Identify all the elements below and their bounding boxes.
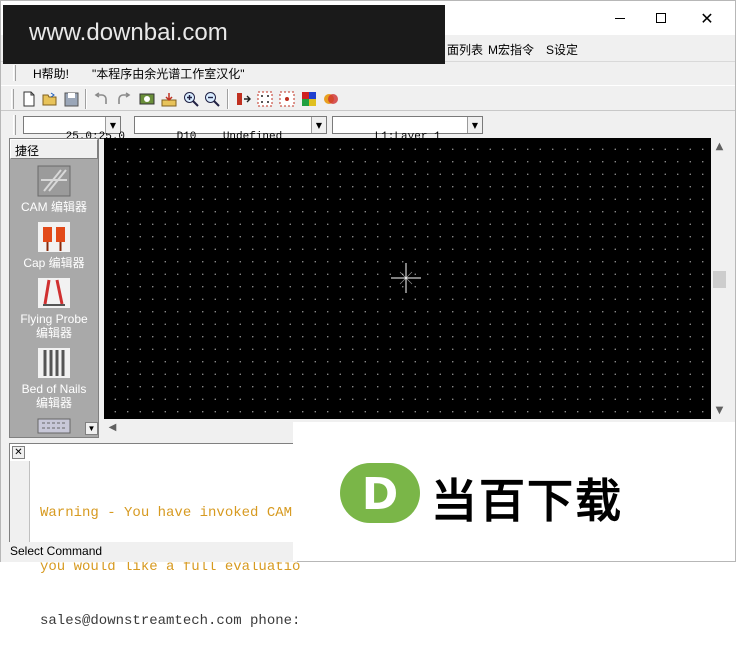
command-panel: ✕ Warning - You have invoked CAM35 you w… bbox=[9, 443, 309, 629]
command-panel-grip[interactable] bbox=[10, 461, 30, 542]
layer-select[interactable]: L1:Layer_1 ▼ bbox=[332, 116, 483, 143]
menu-item-list[interactable]: 面列表 bbox=[447, 41, 483, 58]
app-window: ✕ 面列表 M宏指令 S设定 www.downbai.com H帮助! "本程序… bbox=[0, 0, 736, 629]
watermark-banner: www.downbai.com bbox=[3, 5, 445, 64]
new-file-icon[interactable] bbox=[19, 89, 39, 109]
grid-size-select[interactable]: 25.0:25.0 ▼ bbox=[23, 116, 125, 143]
origin-icon[interactable] bbox=[233, 89, 253, 109]
tray-icon bbox=[37, 417, 71, 435]
info-bar: H帮助! "本程序由余光谱工作室汉化" bbox=[9, 63, 735, 83]
minimize-icon bbox=[615, 17, 625, 19]
aperture-select[interactable]: D10 Undefined ▼ bbox=[134, 116, 327, 143]
layers-icon[interactable] bbox=[321, 89, 341, 109]
logo-letter: D bbox=[362, 469, 399, 520]
shortcut-header[interactable]: 捷径 bbox=[10, 139, 98, 159]
cap-editor-icon bbox=[37, 221, 71, 253]
command-output: Warning - You have invoked CAM35 you wou… bbox=[40, 468, 309, 666]
shortcut-cap-editor[interactable]: Cap 编辑器 bbox=[10, 221, 98, 270]
chevron-down-icon[interactable]: ▼ bbox=[311, 117, 326, 133]
zoom-out-icon[interactable] bbox=[202, 89, 222, 109]
toolbar-grip[interactable] bbox=[13, 115, 16, 135]
vertical-scrollbar[interactable]: ▲ ▼ bbox=[711, 138, 728, 419]
selection-bar: 25.0:25.0 ▼ D10 Undefined ▼ L1:Layer_1 ▼ bbox=[1, 112, 735, 143]
localization-note: "本程序由余光谱工作室汉化" bbox=[92, 67, 245, 81]
status-text: Select Command bbox=[10, 544, 103, 558]
zoom-in-icon[interactable] bbox=[181, 89, 201, 109]
shortcut-header-label: 捷径 bbox=[15, 144, 40, 158]
chevron-down-icon[interactable]: ▼ bbox=[105, 117, 120, 133]
menu-item-settings[interactable]: S设定 bbox=[546, 41, 578, 58]
open-folder-icon[interactable] bbox=[40, 89, 60, 109]
scroll-up-arrow[interactable]: ▲ bbox=[711, 138, 728, 155]
toolbar-grip[interactable] bbox=[13, 65, 16, 81]
shortcut-label: Bed of Nails 编辑器 bbox=[21, 382, 87, 410]
horizontal-scrollbar[interactable]: ◀ bbox=[104, 419, 294, 437]
shortcut-label: Flying Probe 编辑器 bbox=[20, 312, 88, 340]
shortcut-bed-of-nails[interactable]: Bed of Nails 编辑器 bbox=[10, 347, 98, 410]
color-icon[interactable] bbox=[299, 89, 319, 109]
scroll-thumb[interactable] bbox=[713, 271, 726, 288]
logo-text: 当百下载 bbox=[431, 474, 623, 528]
close-icon: ✕ bbox=[700, 8, 714, 28]
logo-watermark: D 当百下载 bbox=[293, 422, 735, 561]
shortcut-panel: 捷径 CAM 编辑器 Cap 编辑器 Flying Probe 编辑器 Bed … bbox=[9, 138, 99, 438]
import-icon[interactable] bbox=[159, 89, 179, 109]
scroll-left-arrow[interactable]: ◀ bbox=[104, 419, 121, 436]
save-icon[interactable] bbox=[61, 89, 81, 109]
menu-item-macro[interactable]: M宏指令 bbox=[488, 41, 534, 58]
crosshair-icon bbox=[391, 263, 421, 293]
refresh-icon[interactable] bbox=[137, 89, 157, 109]
undo-icon[interactable] bbox=[91, 89, 111, 109]
close-button[interactable]: ✕ bbox=[684, 1, 730, 35]
shortcut-label: Cap 编辑器 bbox=[23, 256, 85, 270]
minimize-button[interactable] bbox=[597, 1, 643, 35]
toolbar-grip[interactable] bbox=[11, 89, 14, 109]
main-toolbar bbox=[1, 85, 735, 111]
snap-grid-icon[interactable] bbox=[277, 89, 297, 109]
shortcut-label: CAM 编辑器 bbox=[20, 200, 87, 214]
shortcut-next-item[interactable] bbox=[24, 417, 84, 438]
flying-probe-icon bbox=[37, 277, 71, 309]
watermark-text: www.downbai.com bbox=[29, 19, 228, 46]
command-line: sales@downstreamtech.com phone: bbox=[40, 613, 301, 629]
scroll-down-arrow[interactable]: ▼ bbox=[711, 402, 728, 419]
menu-item-help[interactable]: H帮助! bbox=[33, 65, 69, 82]
close-icon[interactable]: ✕ bbox=[12, 446, 25, 459]
logo-icon: D bbox=[340, 463, 420, 523]
drawing-canvas[interactable] bbox=[104, 138, 711, 419]
shortcut-cam-editor[interactable]: CAM 编辑器 bbox=[10, 165, 98, 214]
bed-of-nails-icon bbox=[37, 347, 71, 379]
toolbar-separator bbox=[85, 89, 87, 109]
redo-icon[interactable] bbox=[113, 89, 133, 109]
grid-icon[interactable] bbox=[255, 89, 275, 109]
shortcut-flying-probe[interactable]: Flying Probe 编辑器 bbox=[10, 277, 98, 340]
scroll-down-button[interactable]: ▼ bbox=[85, 422, 98, 435]
maximize-icon bbox=[656, 13, 666, 23]
chevron-down-icon[interactable]: ▼ bbox=[467, 117, 482, 133]
status-bar: Select Command bbox=[1, 542, 297, 562]
toolbar-separator bbox=[227, 89, 229, 109]
maximize-button[interactable] bbox=[638, 1, 684, 35]
command-line: Warning - You have invoked CAM35 bbox=[40, 505, 309, 521]
cam-editor-icon bbox=[37, 165, 71, 197]
